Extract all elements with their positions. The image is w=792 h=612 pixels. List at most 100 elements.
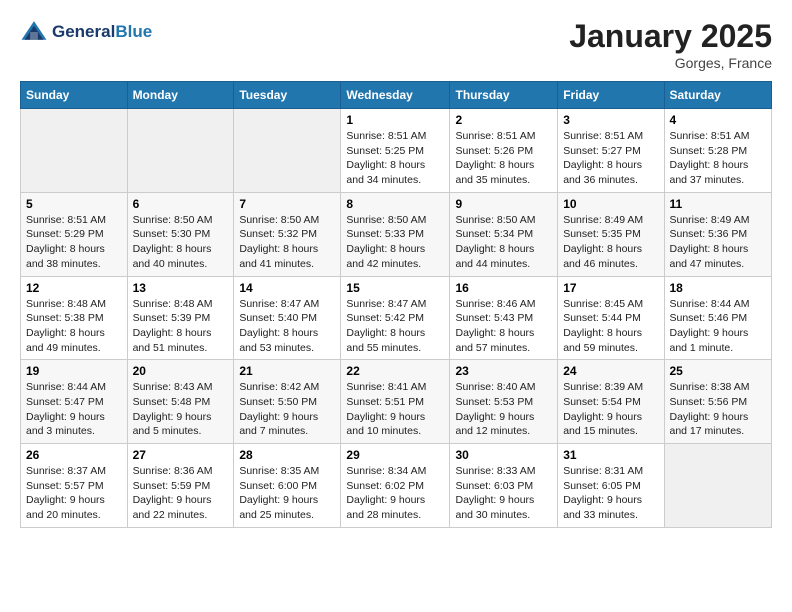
sunrise: Sunrise: 8:42 AM xyxy=(239,381,319,393)
calendar-cell: 4 Sunrise: 8:51 AM Sunset: 5:28 PM Dayli… xyxy=(664,109,772,193)
sunrise: Sunrise: 8:50 AM xyxy=(239,214,319,226)
day-number: 16 xyxy=(455,281,552,295)
sunset: Sunset: 5:56 PM xyxy=(670,396,748,408)
sunrise: Sunrise: 8:43 AM xyxy=(133,381,213,393)
daylight: Daylight: 8 hours and 41 minutes. xyxy=(239,243,318,270)
weekday-header: Friday xyxy=(558,82,664,109)
day-info: Sunrise: 8:47 AM Sunset: 5:42 PM Dayligh… xyxy=(346,297,444,356)
day-number: 9 xyxy=(455,197,552,211)
sunrise: Sunrise: 8:44 AM xyxy=(26,381,106,393)
calendar-cell: 3 Sunrise: 8:51 AM Sunset: 5:27 PM Dayli… xyxy=(558,109,664,193)
calendar-cell: 11 Sunrise: 8:49 AM Sunset: 5:36 PM Dayl… xyxy=(664,192,772,276)
day-info: Sunrise: 8:35 AM Sunset: 6:00 PM Dayligh… xyxy=(239,464,335,523)
sunset: Sunset: 5:39 PM xyxy=(133,312,211,324)
month-title: January 2025 xyxy=(569,18,772,55)
daylight: Daylight: 8 hours and 53 minutes. xyxy=(239,327,318,354)
logo-general: General xyxy=(52,22,115,41)
sunset: Sunset: 5:28 PM xyxy=(670,145,748,157)
sunrise: Sunrise: 8:34 AM xyxy=(346,465,426,477)
day-info: Sunrise: 8:51 AM Sunset: 5:29 PM Dayligh… xyxy=(26,213,122,272)
day-info: Sunrise: 8:33 AM Sunset: 6:03 PM Dayligh… xyxy=(455,464,552,523)
daylight: Daylight: 8 hours and 51 minutes. xyxy=(133,327,212,354)
day-number: 27 xyxy=(133,448,229,462)
calendar-cell: 5 Sunrise: 8:51 AM Sunset: 5:29 PM Dayli… xyxy=(21,192,128,276)
sunset: Sunset: 5:36 PM xyxy=(670,228,748,240)
calendar-cell: 26 Sunrise: 8:37 AM Sunset: 5:57 PM Dayl… xyxy=(21,444,128,528)
day-info: Sunrise: 8:51 AM Sunset: 5:27 PM Dayligh… xyxy=(563,129,658,188)
day-number: 7 xyxy=(239,197,335,211)
sunrise: Sunrise: 8:48 AM xyxy=(26,298,106,310)
sunrise: Sunrise: 8:37 AM xyxy=(26,465,106,477)
day-number: 23 xyxy=(455,364,552,378)
day-number: 20 xyxy=(133,364,229,378)
calendar-cell: 10 Sunrise: 8:49 AM Sunset: 5:35 PM Dayl… xyxy=(558,192,664,276)
calendar-cell: 2 Sunrise: 8:51 AM Sunset: 5:26 PM Dayli… xyxy=(450,109,558,193)
calendar-cell: 23 Sunrise: 8:40 AM Sunset: 5:53 PM Dayl… xyxy=(450,360,558,444)
calendar-cell: 8 Sunrise: 8:50 AM Sunset: 5:33 PM Dayli… xyxy=(341,192,450,276)
day-number: 14 xyxy=(239,281,335,295)
logo-icon xyxy=(20,18,48,46)
sunrise: Sunrise: 8:51 AM xyxy=(455,130,535,142)
daylight: Daylight: 8 hours and 36 minutes. xyxy=(563,159,642,186)
weekday-header: Monday xyxy=(127,82,234,109)
daylight: Daylight: 8 hours and 57 minutes. xyxy=(455,327,534,354)
daylight: Daylight: 9 hours and 5 minutes. xyxy=(133,411,212,438)
sunset: Sunset: 6:05 PM xyxy=(563,480,641,492)
weekday-header: Tuesday xyxy=(234,82,341,109)
sunrise: Sunrise: 8:47 AM xyxy=(239,298,319,310)
sunrise: Sunrise: 8:50 AM xyxy=(346,214,426,226)
calendar-cell: 27 Sunrise: 8:36 AM Sunset: 5:59 PM Dayl… xyxy=(127,444,234,528)
daylight: Daylight: 8 hours and 55 minutes. xyxy=(346,327,425,354)
sunset: Sunset: 5:27 PM xyxy=(563,145,641,157)
day-info: Sunrise: 8:50 AM Sunset: 5:32 PM Dayligh… xyxy=(239,213,335,272)
daylight: Daylight: 9 hours and 28 minutes. xyxy=(346,494,425,521)
day-number: 13 xyxy=(133,281,229,295)
day-number: 4 xyxy=(670,113,767,127)
day-info: Sunrise: 8:50 AM Sunset: 5:34 PM Dayligh… xyxy=(455,213,552,272)
calendar-cell: 29 Sunrise: 8:34 AM Sunset: 6:02 PM Dayl… xyxy=(341,444,450,528)
sunrise: Sunrise: 8:39 AM xyxy=(563,381,643,393)
location: Gorges, France xyxy=(569,55,772,71)
day-info: Sunrise: 8:49 AM Sunset: 5:36 PM Dayligh… xyxy=(670,213,767,272)
daylight: Daylight: 8 hours and 49 minutes. xyxy=(26,327,105,354)
sunrise: Sunrise: 8:48 AM xyxy=(133,298,213,310)
sunset: Sunset: 5:35 PM xyxy=(563,228,641,240)
day-info: Sunrise: 8:48 AM Sunset: 5:38 PM Dayligh… xyxy=(26,297,122,356)
calendar-cell: 28 Sunrise: 8:35 AM Sunset: 6:00 PM Dayl… xyxy=(234,444,341,528)
calendar-week-row: 19 Sunrise: 8:44 AM Sunset: 5:47 PM Dayl… xyxy=(21,360,772,444)
day-info: Sunrise: 8:31 AM Sunset: 6:05 PM Dayligh… xyxy=(563,464,658,523)
day-number: 2 xyxy=(455,113,552,127)
calendar-week-row: 1 Sunrise: 8:51 AM Sunset: 5:25 PM Dayli… xyxy=(21,109,772,193)
day-info: Sunrise: 8:36 AM Sunset: 5:59 PM Dayligh… xyxy=(133,464,229,523)
day-number: 26 xyxy=(26,448,122,462)
sunrise: Sunrise: 8:51 AM xyxy=(26,214,106,226)
calendar-cell: 25 Sunrise: 8:38 AM Sunset: 5:56 PM Dayl… xyxy=(664,360,772,444)
day-number: 22 xyxy=(346,364,444,378)
day-number: 29 xyxy=(346,448,444,462)
sunset: Sunset: 5:42 PM xyxy=(346,312,424,324)
daylight: Daylight: 9 hours and 1 minute. xyxy=(670,327,749,354)
sunrise: Sunrise: 8:51 AM xyxy=(346,130,426,142)
logo-blue: Blue xyxy=(115,22,152,41)
daylight: Daylight: 8 hours and 59 minutes. xyxy=(563,327,642,354)
daylight: Daylight: 9 hours and 15 minutes. xyxy=(563,411,642,438)
sunset: Sunset: 5:47 PM xyxy=(26,396,104,408)
day-number: 28 xyxy=(239,448,335,462)
daylight: Daylight: 8 hours and 34 minutes. xyxy=(346,159,425,186)
calendar-cell: 30 Sunrise: 8:33 AM Sunset: 6:03 PM Dayl… xyxy=(450,444,558,528)
calendar-week-row: 26 Sunrise: 8:37 AM Sunset: 5:57 PM Dayl… xyxy=(21,444,772,528)
sunrise: Sunrise: 8:51 AM xyxy=(670,130,750,142)
header: GeneralBlue January 2025 Gorges, France xyxy=(20,18,772,71)
sunrise: Sunrise: 8:47 AM xyxy=(346,298,426,310)
sunset: Sunset: 5:54 PM xyxy=(563,396,641,408)
calendar-cell xyxy=(127,109,234,193)
calendar-cell xyxy=(664,444,772,528)
sunset: Sunset: 5:38 PM xyxy=(26,312,104,324)
daylight: Daylight: 9 hours and 10 minutes. xyxy=(346,411,425,438)
day-number: 25 xyxy=(670,364,767,378)
daylight: Daylight: 9 hours and 12 minutes. xyxy=(455,411,534,438)
sunrise: Sunrise: 8:49 AM xyxy=(670,214,750,226)
day-info: Sunrise: 8:34 AM Sunset: 6:02 PM Dayligh… xyxy=(346,464,444,523)
calendar-week-row: 5 Sunrise: 8:51 AM Sunset: 5:29 PM Dayli… xyxy=(21,192,772,276)
calendar-table: SundayMondayTuesdayWednesdayThursdayFrid… xyxy=(20,81,772,528)
